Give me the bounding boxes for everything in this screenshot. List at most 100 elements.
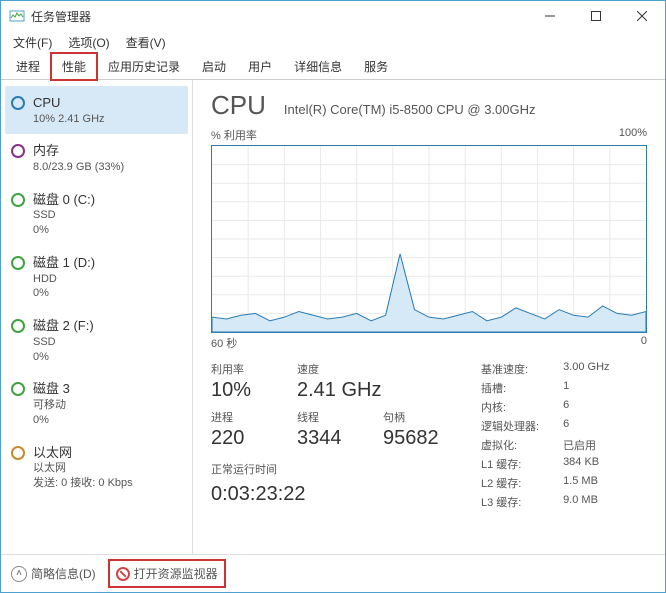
value-l2: 1.5 MB xyxy=(563,475,609,491)
status-bar: ˄ 简略信息(D) 打开资源监视器 xyxy=(1,554,665,592)
sidebar-item-4[interactable]: 磁盘 2 (F:)SSD0% xyxy=(5,309,188,372)
sidebar-item-sub: 以太网 xyxy=(33,461,133,476)
chart-ylabel: % 利用率 xyxy=(211,127,257,143)
chart-xmax: 60 秒 xyxy=(211,335,237,351)
sidebar-item-sub: SSD xyxy=(33,208,95,223)
sidebar-item-sub: 8.0/23.9 GB (33%) xyxy=(33,160,124,175)
label-l2: L2 缓存: xyxy=(481,475,539,491)
minimize-button[interactable] xyxy=(527,1,573,31)
value-processes: 220 xyxy=(211,425,279,451)
sidebar-item-sub2: 0% xyxy=(33,286,95,301)
label-cores: 内核: xyxy=(481,399,539,415)
stat-processes: 进程 220 xyxy=(211,409,279,451)
activity-ring-icon xyxy=(11,193,25,207)
cpu-panel: CPU Intel(R) Core(TM) i5-8500 CPU @ 3.00… xyxy=(193,80,665,554)
sidebar-item-title: 内存 xyxy=(33,142,124,160)
sidebar-item-sub: 10% 2.41 GHz xyxy=(33,112,105,127)
open-resource-monitor-label: 打开资源监视器 xyxy=(134,565,218,582)
label-l1: L1 缓存: xyxy=(481,456,539,472)
resource-monitor-icon xyxy=(116,567,130,581)
fewer-details-label: 简略信息(D) xyxy=(31,565,96,582)
activity-ring-icon xyxy=(11,144,25,158)
sidebar-item-title: 以太网 xyxy=(33,444,133,462)
close-button[interactable] xyxy=(619,1,665,31)
tab-processes[interactable]: 进程 xyxy=(5,53,51,80)
label-uptime: 正常运行时间 xyxy=(211,461,451,477)
sidebar-item-0[interactable]: CPU10% 2.41 GHz xyxy=(5,86,188,134)
cpu-model: Intel(R) Core(TM) i5-8500 CPU @ 3.00GHz xyxy=(284,102,536,117)
stat-utilization: 利用率 10% xyxy=(211,361,279,403)
maximize-button[interactable] xyxy=(573,1,619,31)
tab-startup[interactable]: 启动 xyxy=(191,53,237,80)
sidebar-item-title: 磁盘 0 (C:) xyxy=(33,191,95,209)
titlebar: 任务管理器 xyxy=(1,1,665,31)
activity-ring-icon xyxy=(11,319,25,333)
label-handles: 句柄 xyxy=(383,409,451,425)
menu-file[interactable]: 文件(F) xyxy=(5,32,60,53)
label-logical: 逻辑处理器: xyxy=(481,418,539,434)
cpu-title: CPU xyxy=(211,90,266,121)
sidebar-item-sub: HDD xyxy=(33,272,95,287)
stat-row-2: 进程 220 线程 3344 句柄 95682 xyxy=(211,409,451,451)
sidebar-item-title: CPU xyxy=(33,94,105,112)
sidebar-item-3[interactable]: 磁盘 1 (D:)HDD0% xyxy=(5,246,188,309)
sidebar-item-title: 磁盘 2 (F:) xyxy=(33,317,94,335)
sidebar-item-6[interactable]: 以太网以太网发送: 0 接收: 0 Kbps xyxy=(5,436,188,499)
tab-apphistory[interactable]: 应用历史记录 xyxy=(97,53,191,80)
chart-xmin: 0 xyxy=(641,335,647,351)
cpu-header: CPU Intel(R) Core(TM) i5-8500 CPU @ 3.00… xyxy=(211,90,647,121)
label-processes: 进程 xyxy=(211,409,279,425)
label-threads: 线程 xyxy=(297,409,365,425)
activity-ring-icon xyxy=(11,256,25,270)
fewer-details-button[interactable]: ˄ 简略信息(D) xyxy=(11,565,96,582)
performance-sidebar: CPU10% 2.41 GHz内存8.0/23.9 GB (33%)磁盘 0 (… xyxy=(1,80,193,554)
sidebar-item-sub: SSD xyxy=(33,335,94,350)
tab-users[interactable]: 用户 xyxy=(237,53,283,80)
label-sockets: 插槽: xyxy=(481,380,539,396)
open-resource-monitor-button[interactable]: 打开资源监视器 xyxy=(110,561,224,586)
chart-footer: 60 秒 0 xyxy=(211,335,647,351)
sidebar-item-sub2: 0% xyxy=(33,413,70,428)
value-l1: 384 KB xyxy=(563,456,609,472)
tab-performance[interactable]: 性能 xyxy=(51,53,97,80)
window-title: 任务管理器 xyxy=(31,8,527,25)
window-buttons xyxy=(527,1,665,31)
cpu-kv-grid: 基准速度:3.00 GHz 插槽:1 内核:6 逻辑处理器:6 虚拟化:已启用 … xyxy=(481,361,610,510)
sidebar-item-title: 磁盘 3 xyxy=(33,380,70,398)
menu-view[interactable]: 查看(V) xyxy=(118,32,174,53)
label-speed: 速度 xyxy=(297,361,381,377)
sidebar-item-sub2: 0% xyxy=(33,350,94,365)
menu-options[interactable]: 选项(O) xyxy=(60,32,117,53)
sidebar-item-1[interactable]: 内存8.0/23.9 GB (33%) xyxy=(5,134,188,182)
sidebar-item-2[interactable]: 磁盘 0 (C:)SSD0% xyxy=(5,183,188,246)
stat-threads: 线程 3344 xyxy=(297,409,365,451)
activity-ring-icon xyxy=(11,382,25,396)
menubar: 文件(F) 选项(O) 查看(V) xyxy=(1,31,665,53)
chart-ymax: 100% xyxy=(619,127,647,143)
tab-details[interactable]: 详细信息 xyxy=(283,53,353,80)
label-virt: 虚拟化: xyxy=(481,437,539,453)
stat-handles: 句柄 95682 xyxy=(383,409,451,451)
sidebar-item-sub2: 发送: 0 接收: 0 Kbps xyxy=(33,476,133,491)
tab-services[interactable]: 服务 xyxy=(353,53,399,80)
cpu-utilization-chart[interactable] xyxy=(211,145,647,333)
tab-strip: 进程 性能 应用历史记录 启动 用户 详细信息 服务 xyxy=(1,53,665,80)
sidebar-item-5[interactable]: 磁盘 3可移动0% xyxy=(5,372,188,435)
value-handles: 95682 xyxy=(383,425,451,451)
stat-row-1: 利用率 10% 速度 2.41 GHz xyxy=(211,361,451,403)
content: CPU10% 2.41 GHz内存8.0/23.9 GB (33%)磁盘 0 (… xyxy=(1,80,665,554)
label-l3: L3 缓存: xyxy=(481,494,539,510)
stat-speed: 速度 2.41 GHz xyxy=(297,361,381,403)
value-cores: 6 xyxy=(563,399,609,415)
value-logical: 6 xyxy=(563,418,609,434)
sidebar-item-sub: 可移动 xyxy=(33,398,70,413)
value-sockets: 1 xyxy=(563,380,609,396)
sidebar-item-title: 磁盘 1 (D:) xyxy=(33,254,95,272)
value-utilization: 10% xyxy=(211,377,279,403)
chevron-up-icon: ˄ xyxy=(11,566,27,582)
app-icon xyxy=(9,8,25,24)
chart-header: % 利用率 100% xyxy=(211,127,647,143)
label-utilization: 利用率 xyxy=(211,361,279,377)
value-l3: 9.0 MB xyxy=(563,494,609,510)
cpu-stats: 利用率 10% 速度 2.41 GHz 进程 220 xyxy=(211,361,647,510)
